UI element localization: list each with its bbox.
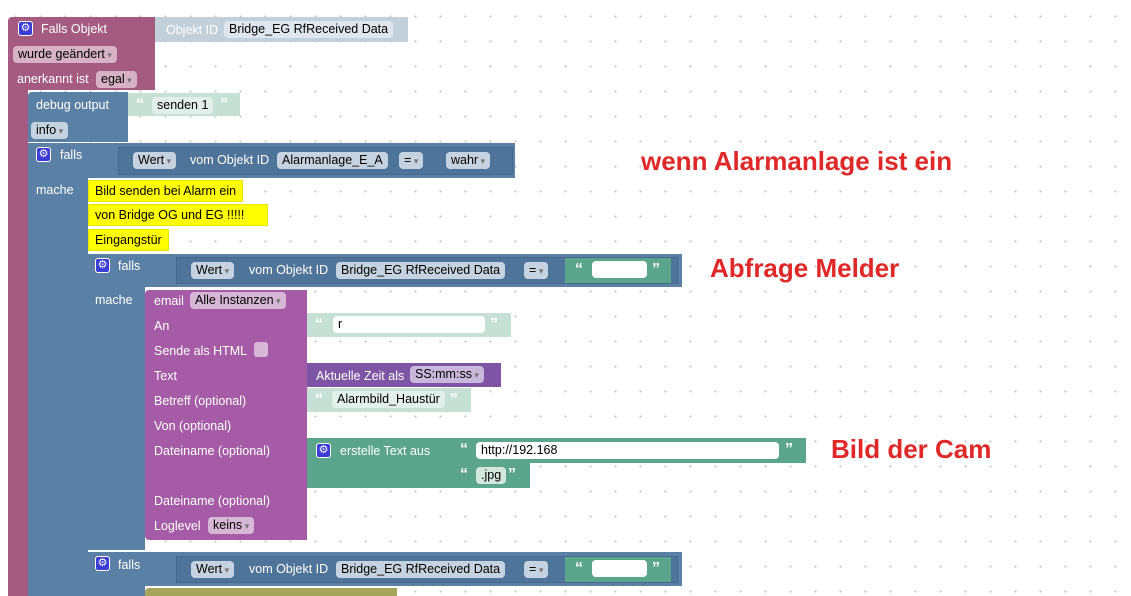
if1-value-dropdown[interactable]: Wert [133,152,177,169]
quote-close-icon: ” [220,96,228,113]
quote-close-icon: ” [450,391,458,408]
if3-falls: falls [118,558,141,572]
email-label: email [154,294,184,308]
file2-label: Dateiname (optional) [154,494,271,508]
gear-icon[interactable]: ⚙ [36,147,51,162]
html-label: Sende als HTML [154,344,248,358]
quote-open-icon: “ [460,466,468,483]
comment[interactable]: Eingangstür [88,229,169,251]
annotation-alarm: wenn Alarmanlage ist ein [641,146,953,176]
gear-icon[interactable]: ⚙ [18,21,33,36]
quote-close-icon: ” [652,261,660,278]
quote-open-icon: “ [575,261,583,278]
quote-close-icon: ” [508,466,516,483]
comment[interactable]: von Bridge OG und EG !!!!! [88,204,268,226]
if-block-3-spine [88,586,145,596]
if3-value-dropdown[interactable]: Wert [191,561,235,578]
if2-compare[interactable] [592,261,647,278]
html-checkbox[interactable] [254,342,268,357]
if-block-1-spine [28,178,88,596]
object-id-field[interactable]: Bridge_EG RfReceived Data [224,21,394,38]
ext-input[interactable]: .jpg [476,467,507,484]
if2-from: vom Objekt ID [249,263,329,277]
from-label: Von (optional) [154,419,232,433]
if3-object-id[interactable]: Bridge_EG RfReceived Data [336,561,506,578]
to-label: An [154,319,170,333]
quote-close-icon: ” [785,441,793,458]
if2-object-id[interactable]: Bridge_EG RfReceived Data [336,262,506,279]
quote-close-icon: ” [652,560,660,577]
debug-text[interactable]: senden 1 [152,97,214,114]
gear-icon[interactable]: ⚙ [95,258,110,273]
if1-operator[interactable]: = [399,152,424,169]
ack-label: anerkannt ist [17,72,89,86]
gear-icon[interactable]: ⚙ [316,443,331,458]
trigger-title: Falls Objekt [41,22,107,36]
annotation-cam: Bild der Cam [831,434,992,464]
loglevel-label: Loglevel [154,519,201,533]
debug-level-dropdown[interactable]: info [31,122,69,139]
ack-dropdown[interactable]: egal [96,71,137,88]
time-label: Aktuelle Zeit als [316,369,405,383]
quote-close-icon: ” [490,316,498,333]
if2-falls: falls [118,259,141,273]
subject-input[interactable]: Alarmbild_Haustür [332,391,445,408]
quote-open-icon: “ [460,441,468,458]
if2-mache: mache [95,293,133,307]
if3-operator[interactable]: = [524,561,549,578]
quote-open-icon: “ [315,391,323,408]
annotation-melder: Abfrage Melder [710,253,900,283]
if2-operator[interactable]: = [524,262,549,279]
if-block-2-spine [88,287,145,550]
email-instance-dropdown[interactable]: Alle Instanzen [190,292,286,309]
join-label: erstelle Text aus [340,444,431,458]
if1-from: vom Objekt ID [190,153,270,167]
if2-value-dropdown[interactable]: Wert [191,262,235,279]
loglevel-dropdown[interactable]: keins [208,517,255,534]
subject-label: Betreff (optional) [154,394,247,408]
text-label: Text [154,369,177,383]
if3-compare[interactable] [592,560,647,577]
if1-falls: falls [60,148,83,162]
if1-mache: mache [36,183,74,197]
url-input[interactable]: http://192.168 [476,442,779,459]
if1-compare[interactable]: wahr [446,152,491,169]
timeout-block[interactable] [145,588,397,596]
to-input[interactable]: r [333,316,485,333]
gear-icon[interactable]: ⚙ [95,556,110,571]
file1-label: Dateiname (optional) [154,444,271,458]
event-dropdown[interactable]: wurde geändert [13,46,117,63]
if3-from: vom Objekt ID [249,562,329,576]
quote-open-icon: “ [136,96,144,113]
quote-open-icon: “ [575,560,583,577]
object-id-label: Objekt ID [166,23,219,37]
if1-object-id[interactable]: Alarmanlage_E_A [277,152,388,169]
comment[interactable]: Bild senden bei Alarm ein [88,180,244,202]
time-format-dropdown[interactable]: SS:mm:ss [410,366,484,383]
debug-label: debug output [36,98,109,112]
quote-open-icon: “ [315,316,323,333]
trigger-spine [8,88,28,596]
